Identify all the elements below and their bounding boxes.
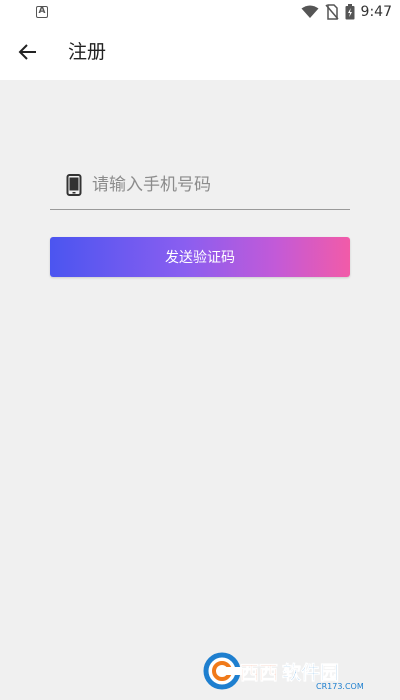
- no-sim-icon: [324, 4, 339, 20]
- svg-text:西西: 西西: [240, 662, 278, 684]
- phone-icon: [66, 174, 82, 196]
- notification-a-icon: A: [36, 6, 48, 18]
- back-button[interactable]: [10, 34, 46, 70]
- wifi-icon: [301, 5, 319, 18]
- status-bar: A 9:47: [0, 0, 400, 24]
- back-arrow-icon: [18, 44, 36, 60]
- watermark-logo: 西西 软件园 CR173.COM: [203, 652, 364, 691]
- battery-charging-icon: [345, 4, 355, 20]
- send-code-button[interactable]: 发送验证码: [50, 237, 350, 277]
- app-bar: 注册: [0, 24, 400, 80]
- status-icons: 9:47: [301, 2, 392, 22]
- phone-field: [50, 166, 350, 210]
- page-title: 注册: [68, 41, 107, 63]
- phone-input[interactable]: [92, 170, 342, 200]
- svg-text:CR173.COM: CR173.COM: [316, 682, 364, 691]
- svg-text:软件园: 软件园: [282, 661, 339, 684]
- status-time: 9:47: [360, 4, 392, 20]
